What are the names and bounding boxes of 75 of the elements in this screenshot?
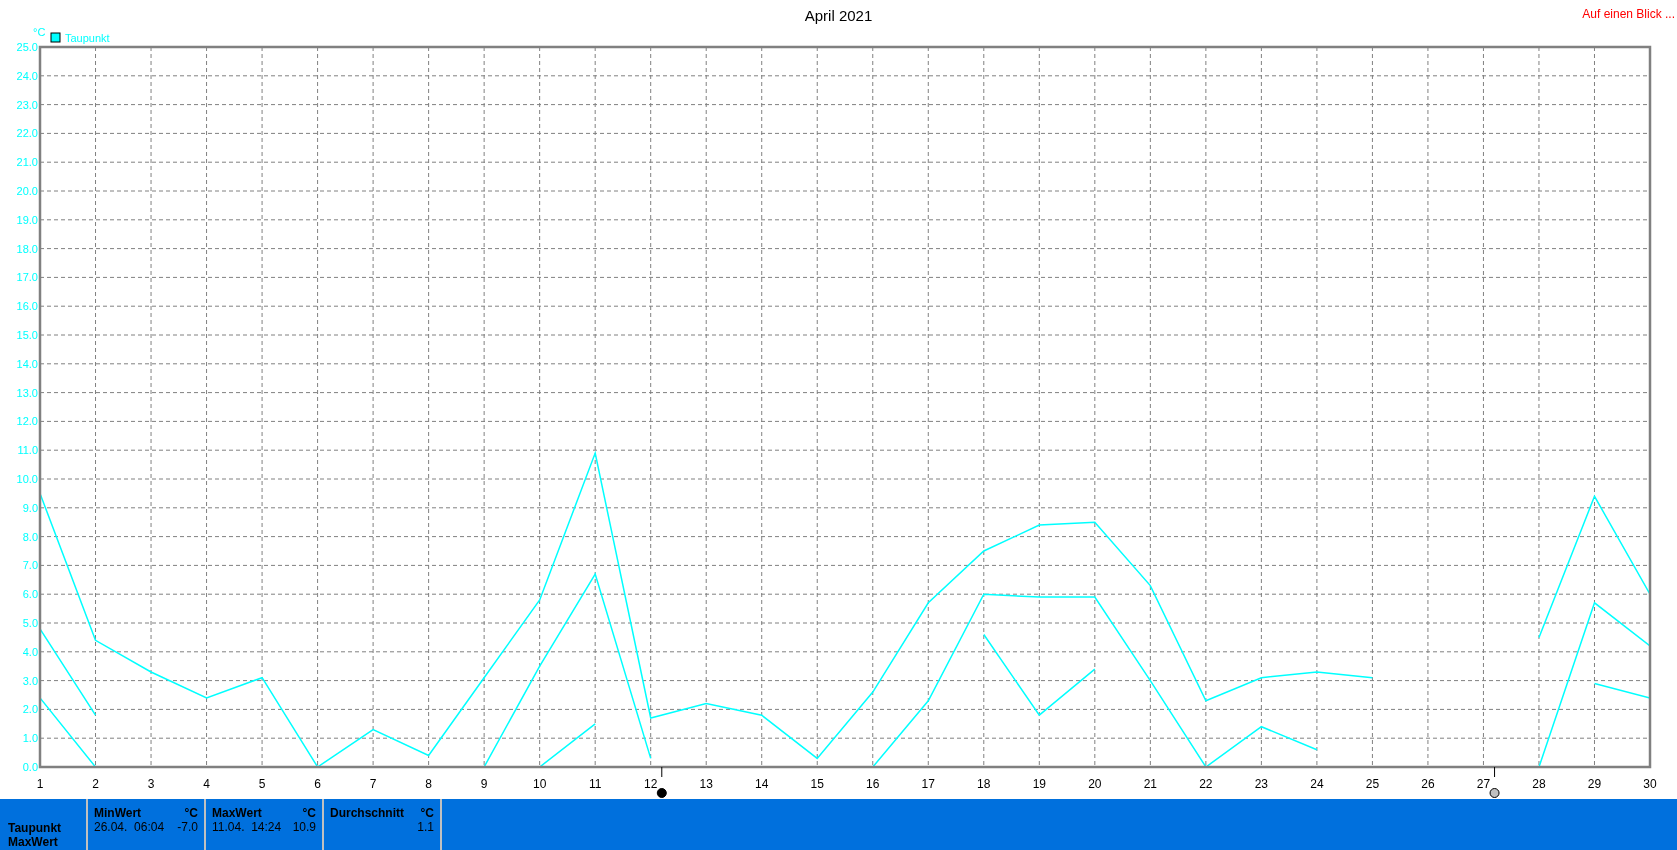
y-axis-label: 13.0 xyxy=(16,386,38,399)
x-axis-label: 3 xyxy=(147,777,155,791)
unit-label: °C xyxy=(184,806,198,820)
y-axis-label: 23.0 xyxy=(16,98,38,111)
x-axis-label: 4 xyxy=(203,777,210,791)
row-label: Taupunkt xyxy=(8,821,63,835)
x-axis-label: 18 xyxy=(977,777,991,791)
unit-label: °C xyxy=(33,26,46,38)
y-axis-label: 12.0 xyxy=(16,415,38,428)
y-axis-label: 10.0 xyxy=(16,473,38,485)
chart-title: April 2021 xyxy=(804,7,873,24)
y-axis-label: 5.0 xyxy=(22,617,38,629)
x-axis-label: 13 xyxy=(699,777,713,791)
x-axis-label: 16 xyxy=(866,777,880,791)
x-axis-label: 6 xyxy=(314,777,321,791)
x-axis-label: 21 xyxy=(1143,777,1157,791)
overview-link[interactable]: Auf einen Blick ... xyxy=(1582,5,1675,23)
y-axis-label: 11.0 xyxy=(17,444,38,457)
date-time: 11.04. 14:24 xyxy=(212,820,282,834)
x-axis-label: 15 xyxy=(810,777,824,791)
x-axis-label: 12 xyxy=(644,777,658,791)
x-axis-label: 11 xyxy=(588,777,602,791)
x-axis-label: 10 xyxy=(533,777,547,791)
x-axis-label: 30 xyxy=(1643,777,1657,791)
y-axis-label: 6.0 xyxy=(22,588,38,601)
value-text: -7.0 xyxy=(177,820,198,834)
row-label: MaxWert xyxy=(8,835,59,849)
y-axis-label: 0.0 xyxy=(22,761,38,773)
y-axis-label: 7.0 xyxy=(22,559,38,572)
x-axis-label: 24 xyxy=(1310,777,1324,791)
x-axis-label: 20 xyxy=(1088,777,1102,791)
x-axis-label: 7 xyxy=(369,777,377,791)
x-axis-label: 1 xyxy=(36,777,44,791)
column-heading: MaxWert xyxy=(212,806,262,820)
y-axis-label: 17.0 xyxy=(16,271,38,284)
y-axis-label: 19.0 xyxy=(16,213,38,226)
legend-label: Taupunkt xyxy=(65,32,110,44)
y-axis-label: 15.0 xyxy=(16,329,38,341)
value-text: 10.9 xyxy=(292,820,316,834)
y-axis-label: 1.0 xyxy=(22,732,38,745)
x-axis-label: 27 xyxy=(1476,777,1491,791)
column-heading: MinWert xyxy=(94,806,142,820)
x-axis-label: 29 xyxy=(1587,777,1602,791)
y-axis-label: 16.0 xyxy=(16,300,38,313)
value-text: 1.1 xyxy=(417,820,434,834)
moon-outline-icon xyxy=(1489,788,1500,798)
x-axis-label: 23 xyxy=(1254,777,1269,791)
y-axis-label: 9.0 xyxy=(22,501,38,514)
y-axis-label: 14.0 xyxy=(16,357,38,370)
x-axis-label: 9 xyxy=(480,777,488,791)
x-axis-label: 14 xyxy=(755,777,769,791)
x-axis-label: 5 xyxy=(258,777,266,791)
y-axis-label: 2.0 xyxy=(22,703,38,716)
x-axis-label: 8 xyxy=(425,777,432,791)
unit-label: °C xyxy=(302,806,316,820)
unit-label: °C xyxy=(420,806,434,820)
y-axis-label: 22.0 xyxy=(16,127,38,140)
y-axis-label: 24.0 xyxy=(16,69,38,82)
y-axis-label: 8.0 xyxy=(22,530,38,543)
x-axis-label: 22 xyxy=(1199,777,1213,791)
y-axis-label: 21.0 xyxy=(16,156,38,169)
x-axis-label: 28 xyxy=(1532,777,1546,791)
moon-filled-icon xyxy=(656,788,667,798)
y-axis-label: 18.0 xyxy=(16,242,38,255)
x-axis-label: 17 xyxy=(921,777,935,791)
y-axis-label: 3.0 xyxy=(22,674,38,687)
x-axis-label: 2 xyxy=(92,777,99,791)
y-axis-label: 4.0 xyxy=(22,645,38,658)
date-time: 26.04. 06:04 xyxy=(94,820,165,834)
x-axis-label: 19 xyxy=(1032,777,1046,791)
y-axis-label: 20.0 xyxy=(16,185,38,197)
y-axis-label: 25.0 xyxy=(16,41,38,53)
column-heading: Durchschnitt xyxy=(330,806,404,820)
x-axis-label: 25 xyxy=(1365,777,1380,791)
x-axis-label: 26 xyxy=(1421,777,1435,791)
